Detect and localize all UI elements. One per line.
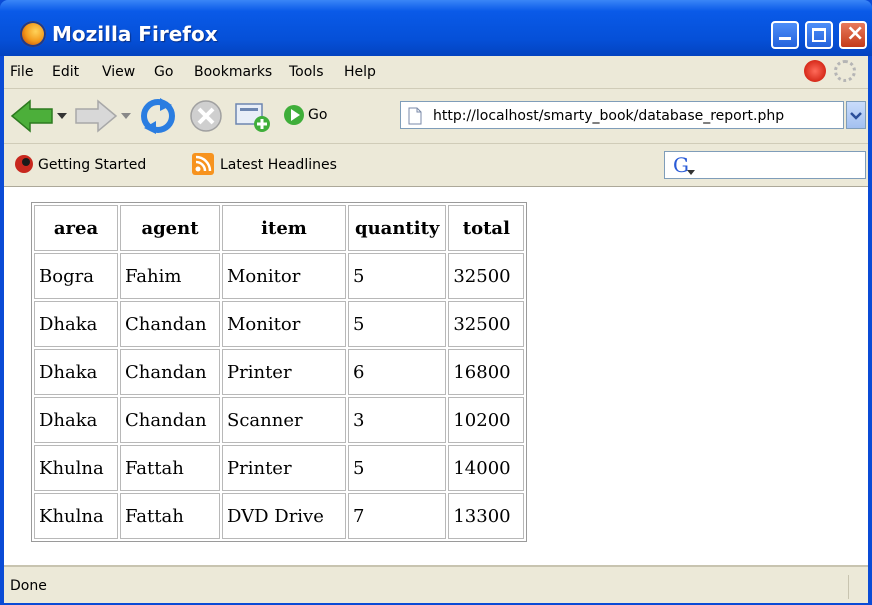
cell-total: 32500 [448,301,525,347]
home-icon[interactable] [232,98,272,134]
cell-area: Khulna [34,493,118,539]
back-dropdown-icon[interactable] [56,111,68,121]
browser-window: Mozilla Firefox × File Edit View Go Book… [0,0,872,605]
cell-quantity: 5 [348,445,447,491]
reload-icon[interactable] [138,97,178,135]
status-bar: Done [4,565,868,603]
column-header-agent: agent [120,205,220,251]
menu-go[interactable]: Go [154,64,173,80]
cell-area: Dhaka [34,397,118,443]
go-label[interactable]: Go [308,107,327,123]
url-text: http://localhost/smarty_book/database_re… [433,108,785,124]
throbber-icon [834,60,856,82]
status-text: Done [10,578,47,594]
table-header-row: area agent item quantity total [34,205,525,251]
cell-area: Khulna [34,445,118,491]
column-header-total: total [448,205,525,251]
maximize-button[interactable] [805,21,833,49]
firefox-bookmark-icon [15,155,33,173]
cell-agent: Chandan [120,397,220,443]
cell-item: Monitor [222,301,346,347]
go-icon[interactable] [282,103,306,127]
maximize-icon [812,28,826,42]
rss-feed-icon [192,153,214,175]
minimize-icon [779,37,791,40]
cell-item: Monitor [222,253,346,299]
cell-total: 14000 [448,445,525,491]
report-table: area agent item quantity total Bogra Fah… [31,202,528,542]
table-row: Dhaka Chandan Scanner 3 10200 [34,397,525,443]
navigation-toolbar: Go http://localhost/smarty_book/database… [4,89,868,144]
cell-agent: Fattah [120,445,220,491]
cell-item: Scanner [222,397,346,443]
cell-item: Printer [222,445,346,491]
cell-quantity: 3 [348,397,447,443]
resize-grip[interactable] [848,575,867,599]
stop-icon[interactable] [188,98,224,134]
update-alert-icon[interactable] [804,60,826,82]
column-header-quantity: quantity [348,205,447,251]
forward-icon[interactable] [74,99,118,133]
cell-quantity: 6 [348,349,447,395]
menu-bookmarks[interactable]: Bookmarks [194,64,272,80]
menu-help[interactable]: Help [344,64,376,80]
close-button[interactable]: × [839,21,867,49]
browser-chrome: File Edit View Go Bookmarks Tools Help G… [4,56,868,603]
menu-file[interactable]: File [10,64,33,80]
cell-quantity: 7 [348,493,447,539]
cell-total: 10200 [448,397,525,443]
menu-view[interactable]: View [102,64,135,80]
cell-agent: Fattah [120,493,220,539]
column-header-area: area [34,205,118,251]
table-row: Khulna Fattah Printer 5 14000 [34,445,525,491]
cell-area: Dhaka [34,349,118,395]
page-content: area agent item quantity total Bogra Fah… [4,187,868,565]
menu-edit[interactable]: Edit [52,64,79,80]
url-dropdown-button[interactable] [846,101,866,129]
title-bar[interactable]: Mozilla Firefox × [0,0,872,56]
chevron-down-icon [850,112,862,120]
close-icon: × [846,21,865,46]
cell-total: 16800 [448,349,525,395]
firefox-icon [20,21,46,47]
column-header-item: item [222,205,346,251]
cell-area: Dhaka [34,301,118,347]
cell-item: DVD Drive [222,493,346,539]
window-title: Mozilla Firefox [52,22,218,46]
page-icon [408,107,422,125]
cell-total: 13300 [448,493,525,539]
cell-item: Printer [222,349,346,395]
table-row: Khulna Fattah DVD Drive 7 13300 [34,493,525,539]
bookmark-latest-headlines[interactable]: Latest Headlines [220,157,337,173]
cell-agent: Chandan [120,301,220,347]
cell-agent: Chandan [120,349,220,395]
cell-quantity: 5 [348,253,447,299]
table-row: Dhaka Chandan Printer 6 16800 [34,349,525,395]
table-row: Dhaka Chandan Monitor 5 32500 [34,301,525,347]
menu-bar: File Edit View Go Bookmarks Tools Help [4,56,868,89]
bookmark-getting-started[interactable]: Getting Started [38,157,146,173]
cell-quantity: 5 [348,301,447,347]
bookmarks-toolbar: Getting Started Latest Headlines G [4,144,868,187]
url-bar[interactable]: http://localhost/smarty_book/database_re… [400,101,844,129]
search-engine-dropdown-icon[interactable] [687,170,695,176]
search-box[interactable]: G [664,151,866,179]
cell-agent: Fahim [120,253,220,299]
minimize-button[interactable] [771,21,799,49]
cell-total: 32500 [448,253,525,299]
forward-dropdown-icon[interactable] [120,111,132,121]
table-row: Bogra Fahim Monitor 5 32500 [34,253,525,299]
cell-area: Bogra [34,253,118,299]
menu-tools[interactable]: Tools [289,64,324,80]
back-icon[interactable] [10,99,54,133]
